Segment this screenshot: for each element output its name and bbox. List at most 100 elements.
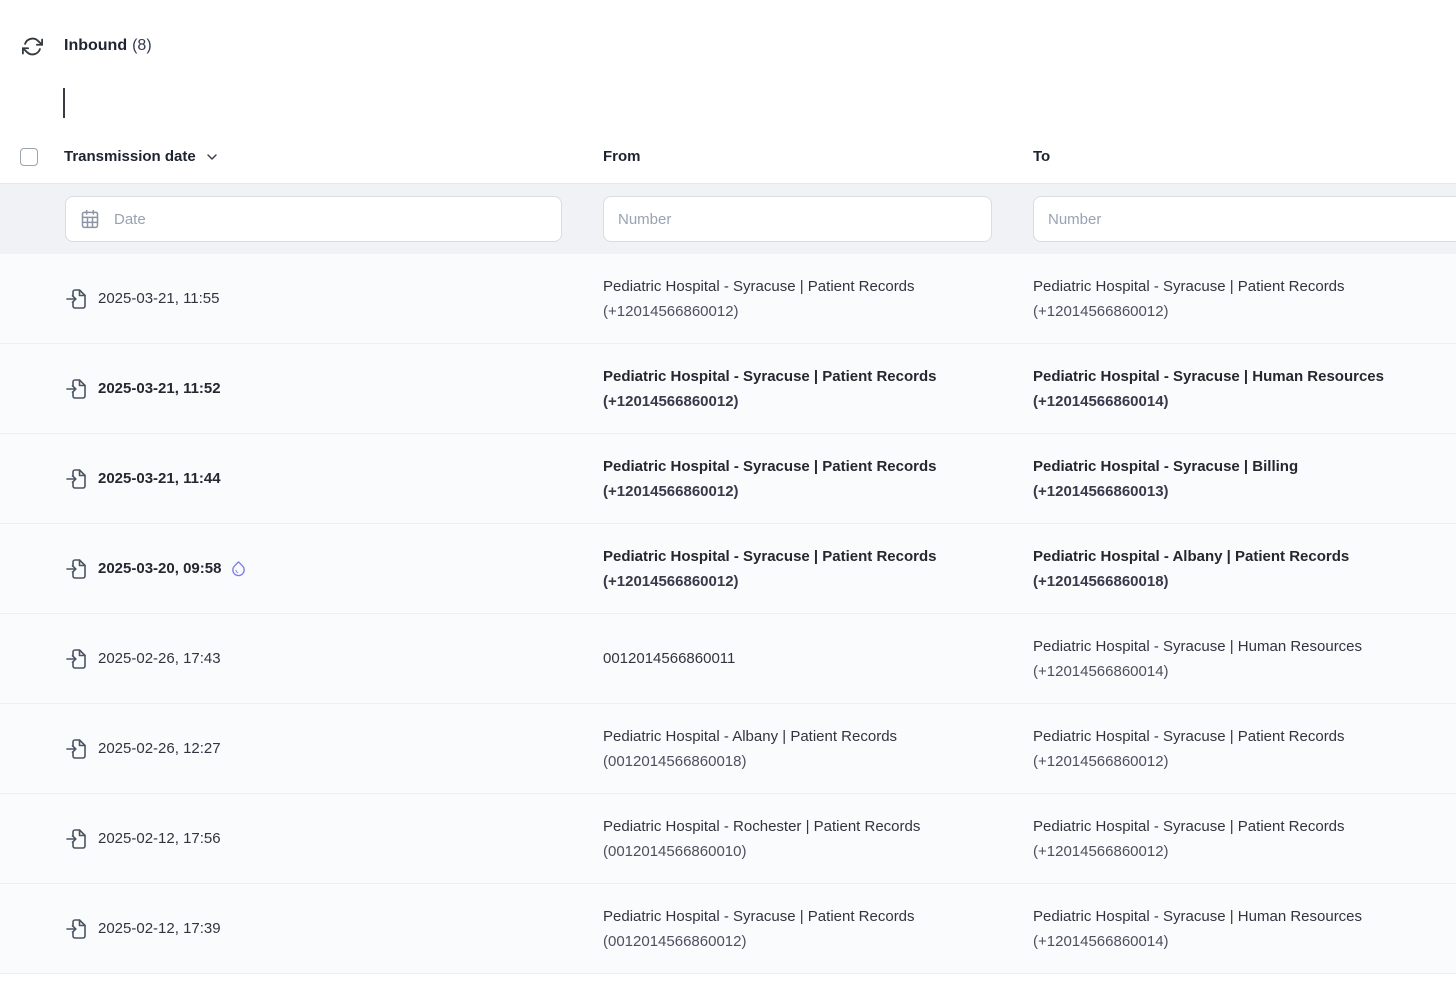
to-number-text: (+12014566860014) [1033, 659, 1456, 684]
from-name-text: Pediatric Hospital - Albany | Patient Re… [603, 724, 1009, 749]
table-row[interactable]: 2025-02-12, 17:39 Pediatric Hospital - S… [0, 884, 1456, 974]
column-header-to: To [1033, 148, 1050, 165]
cell-transmission-date: 2025-03-21, 11:44 [0, 468, 603, 490]
cell-to: Pediatric Hospital - Syracuse | Patient … [1033, 724, 1456, 774]
cell-to: Pediatric Hospital - Syracuse | Billing … [1033, 454, 1456, 504]
page-title: Inbound(8) [64, 37, 152, 55]
inbound-fax-document-icon [65, 288, 87, 310]
table-header-row: Transmission date From To [0, 130, 1456, 183]
cell-from: Pediatric Hospital - Syracuse | Patient … [603, 364, 1033, 414]
from-name-text: Pediatric Hospital - Syracuse | Patient … [603, 544, 1009, 569]
to-number-text: (+12014566860012) [1033, 299, 1456, 324]
to-number-text: (+12014566860018) [1033, 569, 1456, 594]
chevron-down-icon[interactable] [204, 149, 220, 165]
cell-from: Pediatric Hospital - Syracuse | Patient … [603, 904, 1033, 954]
cell-transmission-date: 2025-02-12, 17:56 [0, 828, 603, 850]
text-cursor-caret [63, 88, 65, 118]
cell-from: Pediatric Hospital - Syracuse | Patient … [603, 454, 1033, 504]
inbound-fax-table: Transmission date From To [0, 130, 1456, 974]
transmission-date-text: 2025-02-12, 17:39 [98, 920, 221, 937]
date-filter-input[interactable] [114, 211, 547, 228]
date-filter-field[interactable] [65, 196, 562, 242]
from-name-text: 0012014566860011 [603, 646, 1009, 671]
table-row[interactable]: 2025-02-26, 17:43 0012014566860011 Pedia… [0, 614, 1456, 704]
table-row[interactable]: 2025-03-20, 09:58 Pediatric Hospital - S… [0, 524, 1456, 614]
to-number-text: (+12014566860012) [1033, 839, 1456, 864]
column-header-transmission-date[interactable]: Transmission date [64, 148, 196, 165]
to-name-text: Pediatric Hospital - Syracuse | Patient … [1033, 814, 1456, 839]
inbound-fax-document-icon [65, 828, 87, 850]
inbound-fax-document-icon [65, 738, 87, 760]
refresh-button[interactable] [20, 34, 44, 58]
table-row[interactable]: 2025-03-21, 11:52 Pediatric Hospital - S… [0, 344, 1456, 434]
from-number-text: (0012014566860012) [603, 929, 1009, 954]
cell-to: Pediatric Hospital - Syracuse | Patient … [1033, 274, 1456, 324]
page-title-count: (8) [132, 37, 152, 54]
table-row[interactable]: 2025-03-21, 11:44 Pediatric Hospital - S… [0, 434, 1456, 524]
from-number-text: (+12014566860012) [603, 569, 1009, 594]
annotation-droplet-icon [230, 560, 247, 577]
inbound-fax-document-icon [65, 918, 87, 940]
header-cell-transmission-date: Transmission date [0, 148, 603, 166]
calendar-icon [80, 209, 100, 229]
to-number-text: (+12014566860012) [1033, 749, 1456, 774]
filter-cell-from [603, 196, 1033, 242]
table-body: 2025-03-21, 11:55 Pediatric Hospital - S… [0, 254, 1456, 974]
from-name-text: Pediatric Hospital - Syracuse | Patient … [603, 364, 1009, 389]
cell-to: Pediatric Hospital - Albany | Patient Re… [1033, 544, 1456, 594]
transmission-date-text: 2025-03-21, 11:55 [98, 290, 220, 307]
filter-row [0, 183, 1456, 254]
cell-from: Pediatric Hospital - Albany | Patient Re… [603, 724, 1033, 774]
cell-from: Pediatric Hospital - Syracuse | Patient … [603, 544, 1033, 594]
from-name-text: Pediatric Hospital - Syracuse | Patient … [603, 454, 1009, 479]
cell-to: Pediatric Hospital - Syracuse | Patient … [1033, 814, 1456, 864]
to-name-text: Pediatric Hospital - Syracuse | Human Re… [1033, 364, 1456, 389]
to-number-text: (+12014566860014) [1033, 929, 1456, 954]
from-number-text: (0012014566860018) [603, 749, 1009, 774]
table-row[interactable]: 2025-02-26, 12:27 Pediatric Hospital - A… [0, 704, 1456, 794]
inbound-fax-document-icon [65, 378, 87, 400]
cell-to: Pediatric Hospital - Syracuse | Human Re… [1033, 364, 1456, 414]
from-number-filter-field[interactable] [603, 196, 992, 242]
cell-transmission-date: 2025-02-12, 17:39 [0, 918, 603, 940]
from-number-text: (+12014566860012) [603, 479, 1009, 504]
table-row[interactable]: 2025-03-21, 11:55 Pediatric Hospital - S… [0, 254, 1456, 344]
to-name-text: Pediatric Hospital - Syracuse | Patient … [1033, 274, 1456, 299]
inbound-fax-document-icon [65, 648, 87, 670]
transmission-date-text: 2025-03-21, 11:52 [98, 380, 221, 397]
cell-to: Pediatric Hospital - Syracuse | Human Re… [1033, 904, 1456, 954]
to-name-text: Pediatric Hospital - Albany | Patient Re… [1033, 544, 1456, 569]
to-name-text: Pediatric Hospital - Syracuse | Billing [1033, 454, 1456, 479]
cell-from: 0012014566860011 [603, 646, 1033, 671]
header-cell-to: To [1033, 148, 1456, 166]
filter-cell-date [0, 196, 603, 242]
to-number-text: (+12014566860013) [1033, 479, 1456, 504]
cell-transmission-date: 2025-02-26, 12:27 [0, 738, 603, 760]
transmission-date-text: 2025-02-12, 17:56 [98, 830, 221, 847]
refresh-icon [22, 36, 43, 57]
from-number-text: (+12014566860012) [603, 299, 1009, 324]
cell-from: Pediatric Hospital - Rochester | Patient… [603, 814, 1033, 864]
cell-from: Pediatric Hospital - Syracuse | Patient … [603, 274, 1033, 324]
to-name-text: Pediatric Hospital - Syracuse | Human Re… [1033, 634, 1456, 659]
from-number-text: (0012014566860010) [603, 839, 1009, 864]
to-name-text: Pediatric Hospital - Syracuse | Human Re… [1033, 904, 1456, 929]
to-number-filter-field[interactable] [1033, 196, 1456, 242]
cell-transmission-date: 2025-02-26, 17:43 [0, 648, 603, 670]
transmission-date-text: 2025-02-26, 12:27 [98, 740, 221, 757]
transmission-date-text: 2025-02-26, 17:43 [98, 650, 221, 667]
toolbar: Inbound(8) [0, 0, 1456, 62]
from-name-text: Pediatric Hospital - Syracuse | Patient … [603, 904, 1009, 929]
to-number-filter-input[interactable] [1048, 211, 1456, 228]
inbound-fax-document-icon [65, 468, 87, 490]
header-cell-from: From [603, 148, 1033, 166]
select-all-checkbox[interactable] [20, 148, 38, 166]
cell-to: Pediatric Hospital - Syracuse | Human Re… [1033, 634, 1456, 684]
table-row[interactable]: 2025-02-12, 17:56 Pediatric Hospital - R… [0, 794, 1456, 884]
cell-transmission-date: 2025-03-20, 09:58 [0, 558, 603, 580]
from-number-filter-input[interactable] [618, 211, 977, 228]
transmission-date-text: 2025-03-20, 09:58 [98, 560, 221, 577]
inbound-fax-document-icon [65, 558, 87, 580]
to-name-text: Pediatric Hospital - Syracuse | Patient … [1033, 724, 1456, 749]
cell-transmission-date: 2025-03-21, 11:55 [0, 288, 603, 310]
